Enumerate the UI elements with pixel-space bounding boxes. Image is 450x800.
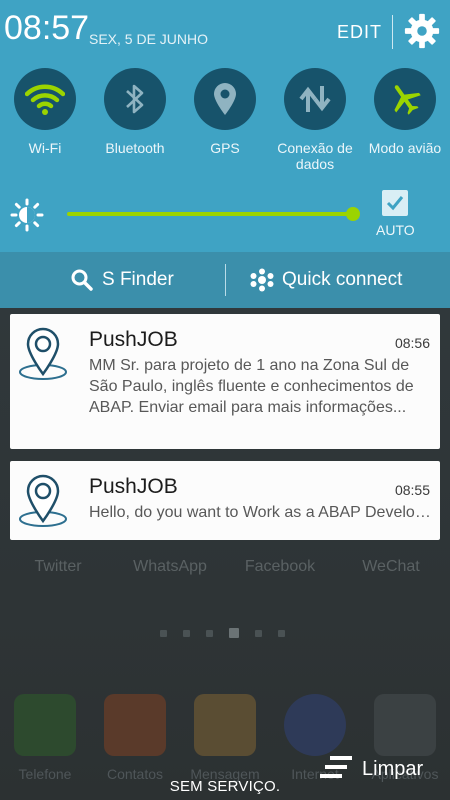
quick-connect-icon (250, 268, 274, 292)
quick-connect-label: Quick connect (282, 269, 403, 290)
search-icon (71, 269, 93, 291)
toggle-wifi[interactable]: Wi-Fi (0, 68, 90, 156)
auto-brightness-checkbox[interactable] (382, 190, 408, 216)
app-label: WeChat (362, 558, 420, 575)
brightness-control: AUTO (0, 188, 450, 240)
wifi-icon (25, 84, 65, 115)
wifi-toggle-button[interactable] (14, 68, 76, 130)
apps-grid-icon (374, 694, 436, 756)
quick-connect-button[interactable]: Quick connect (250, 266, 402, 294)
page-dot (160, 629, 167, 637)
pushjob-map-pin-icon (19, 327, 67, 380)
quick-panel: 08:57 SEX, 5 DE JUNHO EDIT Wi-Fi Bluetoo… (0, 0, 450, 252)
page-dot (183, 629, 190, 637)
s-finder-button[interactable]: S Finder (70, 266, 174, 294)
app-label: Facebook (244, 558, 316, 575)
notification-card[interactable]: PushJOB 08:55 Hello, do you want to Work… (10, 461, 440, 540)
brightness-sun-icon (10, 198, 44, 232)
airplane-toggle-button[interactable] (374, 68, 436, 130)
s-finder-label: S Finder (102, 269, 174, 290)
notification-time: 08:55 (394, 482, 430, 498)
notification-time: 08:56 (394, 335, 430, 351)
auto-brightness-label: AUTO (376, 222, 415, 238)
divider (225, 264, 226, 296)
page-dot (278, 629, 285, 637)
toggle-label: GPS (210, 140, 240, 156)
checkmark-icon (386, 196, 404, 211)
settings-gear-icon[interactable] (403, 12, 441, 50)
messages-app-icon (194, 694, 256, 756)
app-label: WhatsApp (133, 558, 207, 575)
toggle-label: Modo avião (368, 140, 442, 156)
data-connection-icon (299, 86, 331, 112)
contacts-app-icon (104, 694, 166, 756)
notification-title: PushJOB (89, 475, 178, 498)
toggle-label: Conexão de dados (277, 140, 353, 172)
pushjob-map-pin-icon (19, 474, 67, 527)
brightness-slider-thumb[interactable] (346, 207, 361, 221)
bluetooth-icon (126, 84, 144, 114)
app-label: Twitter (34, 558, 82, 575)
notification-text: Hello, do you want to Work as a ABAP Dev… (89, 504, 433, 521)
data-connection-toggle-button[interactable] (284, 68, 346, 130)
airplane-icon (394, 85, 421, 115)
gps-toggle-button[interactable] (194, 68, 256, 130)
clock: 08:57 (4, 9, 90, 47)
toggle-airplane-mode[interactable]: Modo avião (360, 68, 450, 156)
toggle-label: Bluetooth (105, 140, 165, 156)
page-dot (229, 628, 239, 638)
toggle-gps[interactable]: GPS (180, 68, 270, 156)
toggle-data-connection[interactable]: Conexão de dados (270, 68, 360, 172)
edit-button[interactable]: EDIT (337, 22, 382, 43)
toggle-label: Wi-Fi (28, 140, 62, 156)
page-dot (206, 629, 213, 637)
brightness-slider-track[interactable] (67, 212, 359, 216)
divider (392, 15, 393, 49)
notification-text: MM Sr. para projeto de 1 ano na Zona Sul… (89, 357, 414, 416)
finder-bar: S Finder Quick connect (0, 252, 450, 308)
quick-toggles: Wi-Fi Bluetooth GPS Conexão de dados Mod… (0, 68, 450, 176)
page-dot (255, 629, 262, 637)
gps-icon (214, 83, 236, 115)
internet-app-icon (284, 694, 346, 756)
bluetooth-toggle-button[interactable] (104, 68, 166, 130)
toggle-bluetooth[interactable]: Bluetooth (90, 68, 180, 156)
phone-app-icon (14, 694, 76, 756)
notification-card[interactable]: PushJOB 08:56 MM Sr. para projeto de 1 a… (10, 314, 440, 449)
no-service-status: SEM SERVIÇO. (169, 778, 281, 795)
date: SEX, 5 DE JUNHO (89, 31, 209, 47)
status-row: 08:57 SEX, 5 DE JUNHO EDIT (0, 0, 450, 64)
notification-title: PushJOB (89, 328, 178, 351)
page-indicator (160, 628, 285, 638)
